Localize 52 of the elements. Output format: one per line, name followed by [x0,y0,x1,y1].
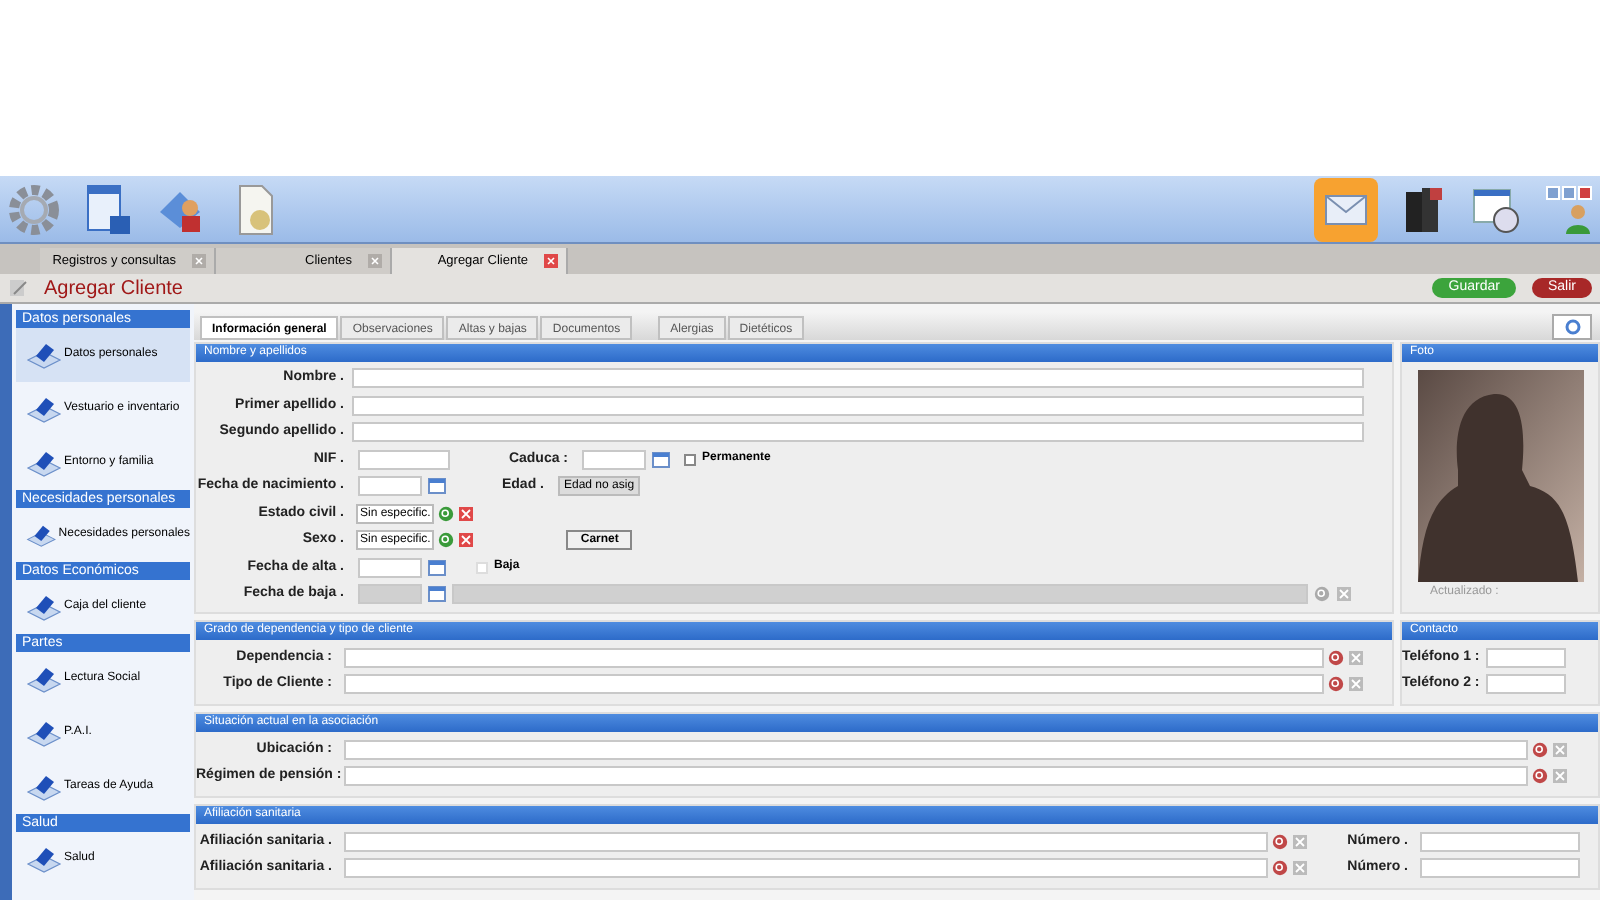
search-icon[interactable] [1314,586,1330,603]
calendar-icon[interactable] [428,586,446,603]
input-field[interactable] [352,395,1364,416]
form-icon[interactable] [84,183,132,235]
calendar-icon[interactable] [428,559,446,576]
checkbox[interactable] [684,453,696,466]
gear-icon[interactable] [8,183,60,235]
book-icon [26,773,62,801]
input-field[interactable] [344,739,1528,760]
input-field[interactable] [358,449,450,470]
restore-button[interactable] [1562,185,1576,199]
input-field[interactable] [344,647,1324,668]
book-icon [26,395,62,423]
book-icon [26,593,62,621]
close-icon[interactable] [368,254,382,268]
clear-icon[interactable] [458,505,475,522]
calendar-icon[interactable] [428,478,446,495]
envelope-icon [1322,191,1370,227]
book-icon [26,719,62,747]
input-field[interactable] [344,858,1268,879]
input-field[interactable] [344,674,1324,695]
refresh-button[interactable] [1552,314,1592,340]
input-field[interactable] [1420,858,1580,879]
input-field[interactable] [344,766,1528,787]
input-field[interactable] [1486,674,1566,695]
book-icon [26,845,62,873]
calendar-clock-icon[interactable] [1470,183,1522,235]
book-icon [26,341,62,369]
close-icon[interactable] [192,254,206,268]
book-icon [26,521,57,549]
refresh-icon [1563,318,1581,336]
input-field[interactable] [344,831,1268,852]
input-field[interactable] [352,368,1364,389]
book-icon [26,665,62,693]
minimize-button[interactable] [1546,185,1560,199]
input-field[interactable] [1486,647,1566,668]
page-title: Agregar Cliente [44,275,183,303]
input-field[interactable] [582,449,646,470]
close-icon[interactable] [544,254,558,268]
edit-icon [8,278,28,298]
binders-icon[interactable] [1402,183,1446,235]
clear-icon[interactable] [1336,586,1352,603]
calendar-icon[interactable] [652,451,670,468]
input-field[interactable] [352,422,1364,443]
input-field[interactable] [358,557,422,578]
mail-button[interactable] [1314,177,1378,241]
book-icon [26,449,62,477]
close-button[interactable] [1578,185,1592,199]
clear-icon[interactable] [458,532,475,549]
input-field[interactable] [1420,831,1580,852]
input-field[interactable] [358,476,422,497]
user-icon[interactable] [1564,201,1592,233]
